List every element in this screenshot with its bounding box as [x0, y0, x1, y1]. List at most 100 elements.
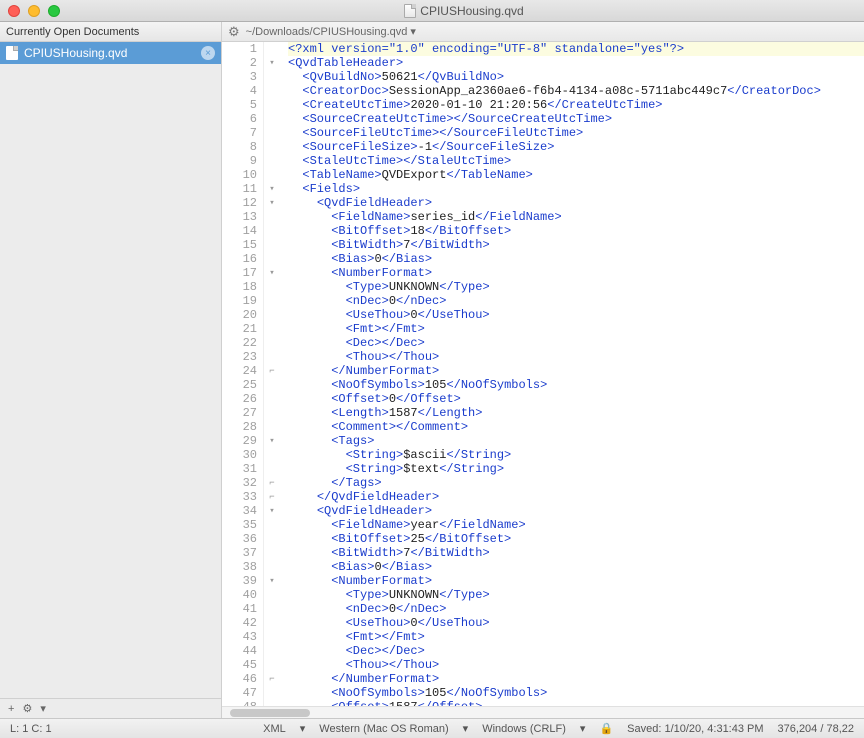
titlebar: CPIUSHousing.qvd: [0, 0, 864, 22]
dropdown-icon[interactable]: ▾: [300, 722, 306, 735]
code-line[interactable]: <Bias>0</Bias>: [288, 252, 864, 266]
code-line[interactable]: <Fmt></Fmt>: [288, 322, 864, 336]
code-line[interactable]: <Comment></Comment>: [288, 420, 864, 434]
fold-marker: [264, 238, 280, 252]
fold-marker[interactable]: ▾: [264, 266, 280, 280]
fold-marker[interactable]: ▾: [264, 182, 280, 196]
code-line[interactable]: </Tags>: [288, 476, 864, 490]
lock-icon[interactable]: 🔒: [599, 722, 613, 735]
dropdown-icon[interactable]: ▾: [580, 722, 586, 735]
fold-marker[interactable]: ▾: [264, 196, 280, 210]
code-content[interactable]: <?xml version="1.0" encoding="UTF-8" sta…: [280, 42, 864, 706]
code-line[interactable]: <Tags>: [288, 434, 864, 448]
code-line[interactable]: </NumberFormat>: [288, 364, 864, 378]
code-line[interactable]: <CreateUtcTime>2020-01-10 21:20:56</Crea…: [288, 98, 864, 112]
fold-marker[interactable]: ▾: [264, 574, 280, 588]
encoding[interactable]: Western (Mac OS Roman): [319, 723, 448, 735]
line-number: 17: [222, 266, 257, 280]
code-line[interactable]: <Offset>0</Offset>: [288, 392, 864, 406]
code-line[interactable]: <CreatorDoc>SessionApp_a2360ae6-f6b4-413…: [288, 84, 864, 98]
fold-marker[interactable]: ▾: [264, 434, 280, 448]
code-line[interactable]: <UseThou>0</UseThou>: [288, 616, 864, 630]
code-line[interactable]: <NoOfSymbols>105</NoOfSymbols>: [288, 686, 864, 700]
line-number: 5: [222, 98, 257, 112]
code-line[interactable]: <SourceFileSize>-1</SourceFileSize>: [288, 140, 864, 154]
code-line[interactable]: <Thou></Thou>: [288, 658, 864, 672]
cursor-position[interactable]: L: 1 C: 1: [10, 723, 52, 735]
fold-marker[interactable]: ▾: [264, 504, 280, 518]
code-line[interactable]: <FieldName>year</FieldName>: [288, 518, 864, 532]
document-item[interactable]: CPIUSHousing.qvd ×: [0, 42, 221, 64]
fold-marker: [264, 644, 280, 658]
code-line[interactable]: <StaleUtcTime></StaleUtcTime>: [288, 154, 864, 168]
close-document-icon[interactable]: ×: [201, 46, 215, 60]
code-editor[interactable]: 1234567891011121314151617181920212223242…: [222, 42, 864, 706]
line-endings[interactable]: Windows (CRLF): [482, 723, 566, 735]
code-line[interactable]: <SourceCreateUtcTime></SourceCreateUtcTi…: [288, 112, 864, 126]
code-line[interactable]: <Fmt></Fmt>: [288, 630, 864, 644]
code-line[interactable]: <NoOfSymbols>105</NoOfSymbols>: [288, 378, 864, 392]
line-number: 22: [222, 336, 257, 350]
pane-menu[interactable]: ▾: [40, 702, 46, 715]
path-text[interactable]: ~/Downloads/CPIUSHousing.qvd ▾: [246, 25, 416, 38]
line-number: 23: [222, 350, 257, 364]
settings-button[interactable]: ⚙: [22, 702, 32, 715]
code-line[interactable]: <String>$ascii</String>: [288, 448, 864, 462]
fold-marker[interactable]: ⌐: [264, 476, 280, 490]
code-line[interactable]: <Thou></Thou>: [288, 350, 864, 364]
code-line[interactable]: <NumberFormat>: [288, 574, 864, 588]
code-line[interactable]: <UseThou>0</UseThou>: [288, 308, 864, 322]
code-line[interactable]: <Type>UNKNOWN</Type>: [288, 588, 864, 602]
code-line[interactable]: <nDec>0</nDec>: [288, 294, 864, 308]
code-line[interactable]: <QvdFieldHeader>: [288, 196, 864, 210]
scroll-thumb[interactable]: [230, 709, 310, 717]
line-number: 27: [222, 406, 257, 420]
code-line[interactable]: <nDec>0</nDec>: [288, 602, 864, 616]
fold-gutter[interactable]: ▾▾▾▾⌐▾⌐⌐▾▾⌐: [264, 42, 280, 706]
line-number: 14: [222, 224, 257, 238]
minimize-icon[interactable]: [28, 5, 40, 17]
code-line[interactable]: </QvdFieldHeader>: [288, 490, 864, 504]
fold-marker: [264, 224, 280, 238]
code-line[interactable]: <String>$text</String>: [288, 462, 864, 476]
dropdown-icon[interactable]: ▾: [463, 722, 469, 735]
code-line[interactable]: <Fields>: [288, 182, 864, 196]
fold-marker[interactable]: ⌐: [264, 364, 280, 378]
code-line[interactable]: <FieldName>series_id</FieldName>: [288, 210, 864, 224]
maximize-icon[interactable]: [48, 5, 60, 17]
code-line[interactable]: <Type>UNKNOWN</Type>: [288, 280, 864, 294]
add-button[interactable]: +: [8, 703, 14, 715]
code-line[interactable]: <?xml version="1.0" encoding="UTF-8" sta…: [288, 42, 864, 56]
code-line[interactable]: <Length>1587</Length>: [288, 406, 864, 420]
line-number: 9: [222, 154, 257, 168]
code-line[interactable]: <BitOffset>25</BitOffset>: [288, 532, 864, 546]
fold-marker[interactable]: ⌐: [264, 672, 280, 686]
code-line[interactable]: <QvdFieldHeader>: [288, 504, 864, 518]
horizontal-scrollbar[interactable]: [222, 706, 864, 718]
fold-marker: [264, 420, 280, 434]
line-number: 40: [222, 588, 257, 602]
fold-marker: [264, 602, 280, 616]
code-line[interactable]: <QvdTableHeader>: [288, 56, 864, 70]
line-number: 33: [222, 490, 257, 504]
code-line[interactable]: <QvBuildNo>50621</QvBuildNo>: [288, 70, 864, 84]
code-line[interactable]: <Dec></Dec>: [288, 336, 864, 350]
code-line[interactable]: <BitOffset>18</BitOffset>: [288, 224, 864, 238]
code-line[interactable]: <BitWidth>7</BitWidth>: [288, 546, 864, 560]
file-size: 376,204 / 78,22: [778, 723, 854, 735]
code-line[interactable]: <NumberFormat>: [288, 266, 864, 280]
code-line[interactable]: <Dec></Dec>: [288, 644, 864, 658]
fold-marker[interactable]: ⌐: [264, 490, 280, 504]
code-line[interactable]: <Bias>0</Bias>: [288, 560, 864, 574]
line-number: 7: [222, 126, 257, 140]
close-icon[interactable]: [8, 5, 20, 17]
code-line[interactable]: <TableName>QVDExport</TableName>: [288, 168, 864, 182]
gear-icon[interactable]: ⚙: [228, 24, 240, 40]
code-line[interactable]: </NumberFormat>: [288, 672, 864, 686]
path-bar[interactable]: ⚙ ~/Downloads/CPIUSHousing.qvd ▾: [222, 22, 864, 42]
language-mode[interactable]: XML: [263, 723, 286, 735]
line-number: 15: [222, 238, 257, 252]
code-line[interactable]: <BitWidth>7</BitWidth>: [288, 238, 864, 252]
code-line[interactable]: <SourceFileUtcTime></SourceFileUtcTime>: [288, 126, 864, 140]
fold-marker[interactable]: ▾: [264, 56, 280, 70]
